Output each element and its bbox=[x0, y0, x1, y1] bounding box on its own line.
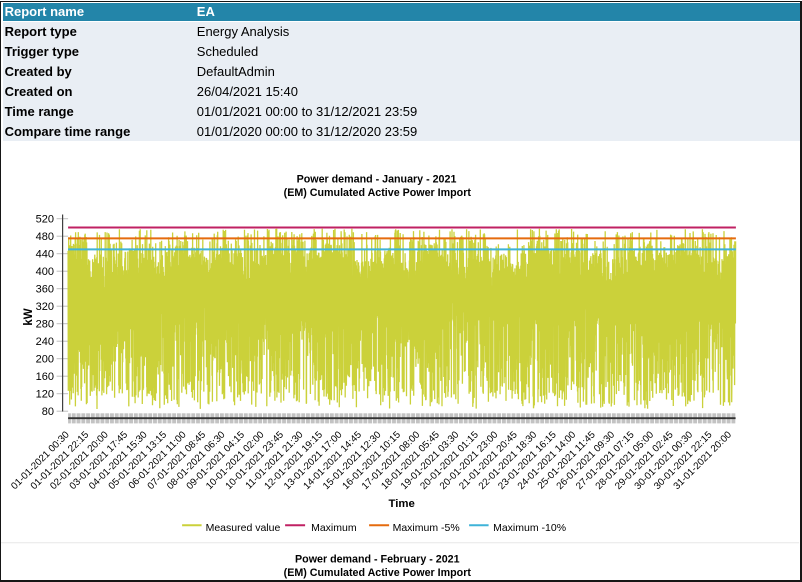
svg-text:Time: Time bbox=[389, 497, 415, 509]
svg-text:120: 120 bbox=[36, 388, 54, 400]
svg-text:520: 520 bbox=[36, 213, 54, 225]
svg-text:200: 200 bbox=[36, 353, 54, 365]
svg-text:400: 400 bbox=[36, 266, 54, 278]
svg-text:Power demand - February - 2021: Power demand - February - 2021 bbox=[295, 553, 460, 565]
svg-text:(EM) Cumulated Active Power Im: (EM) Cumulated Active Power Import bbox=[284, 567, 472, 579]
svg-text:kW: kW bbox=[23, 308, 35, 325]
svg-text:160: 160 bbox=[36, 371, 54, 383]
svg-text:280: 280 bbox=[36, 318, 54, 330]
svg-text:440: 440 bbox=[36, 248, 54, 260]
svg-text:Maximum -5%: Maximum -5% bbox=[393, 522, 460, 534]
svg-text:80: 80 bbox=[42, 406, 54, 418]
svg-text:Maximum: Maximum bbox=[311, 522, 357, 534]
svg-text:480: 480 bbox=[36, 231, 54, 243]
svg-text:360: 360 bbox=[36, 283, 54, 295]
svg-text:320: 320 bbox=[36, 301, 54, 313]
svg-text:240: 240 bbox=[36, 336, 54, 348]
svg-text:(EM) Cumulated Active Power Im: (EM) Cumulated Active Power Import bbox=[284, 187, 472, 199]
svg-text:Measured value: Measured value bbox=[206, 522, 281, 534]
svg-text:Maximum -10%: Maximum -10% bbox=[493, 522, 566, 534]
svg-text:Power demand - January - 2021: Power demand - January - 2021 bbox=[297, 173, 457, 185]
